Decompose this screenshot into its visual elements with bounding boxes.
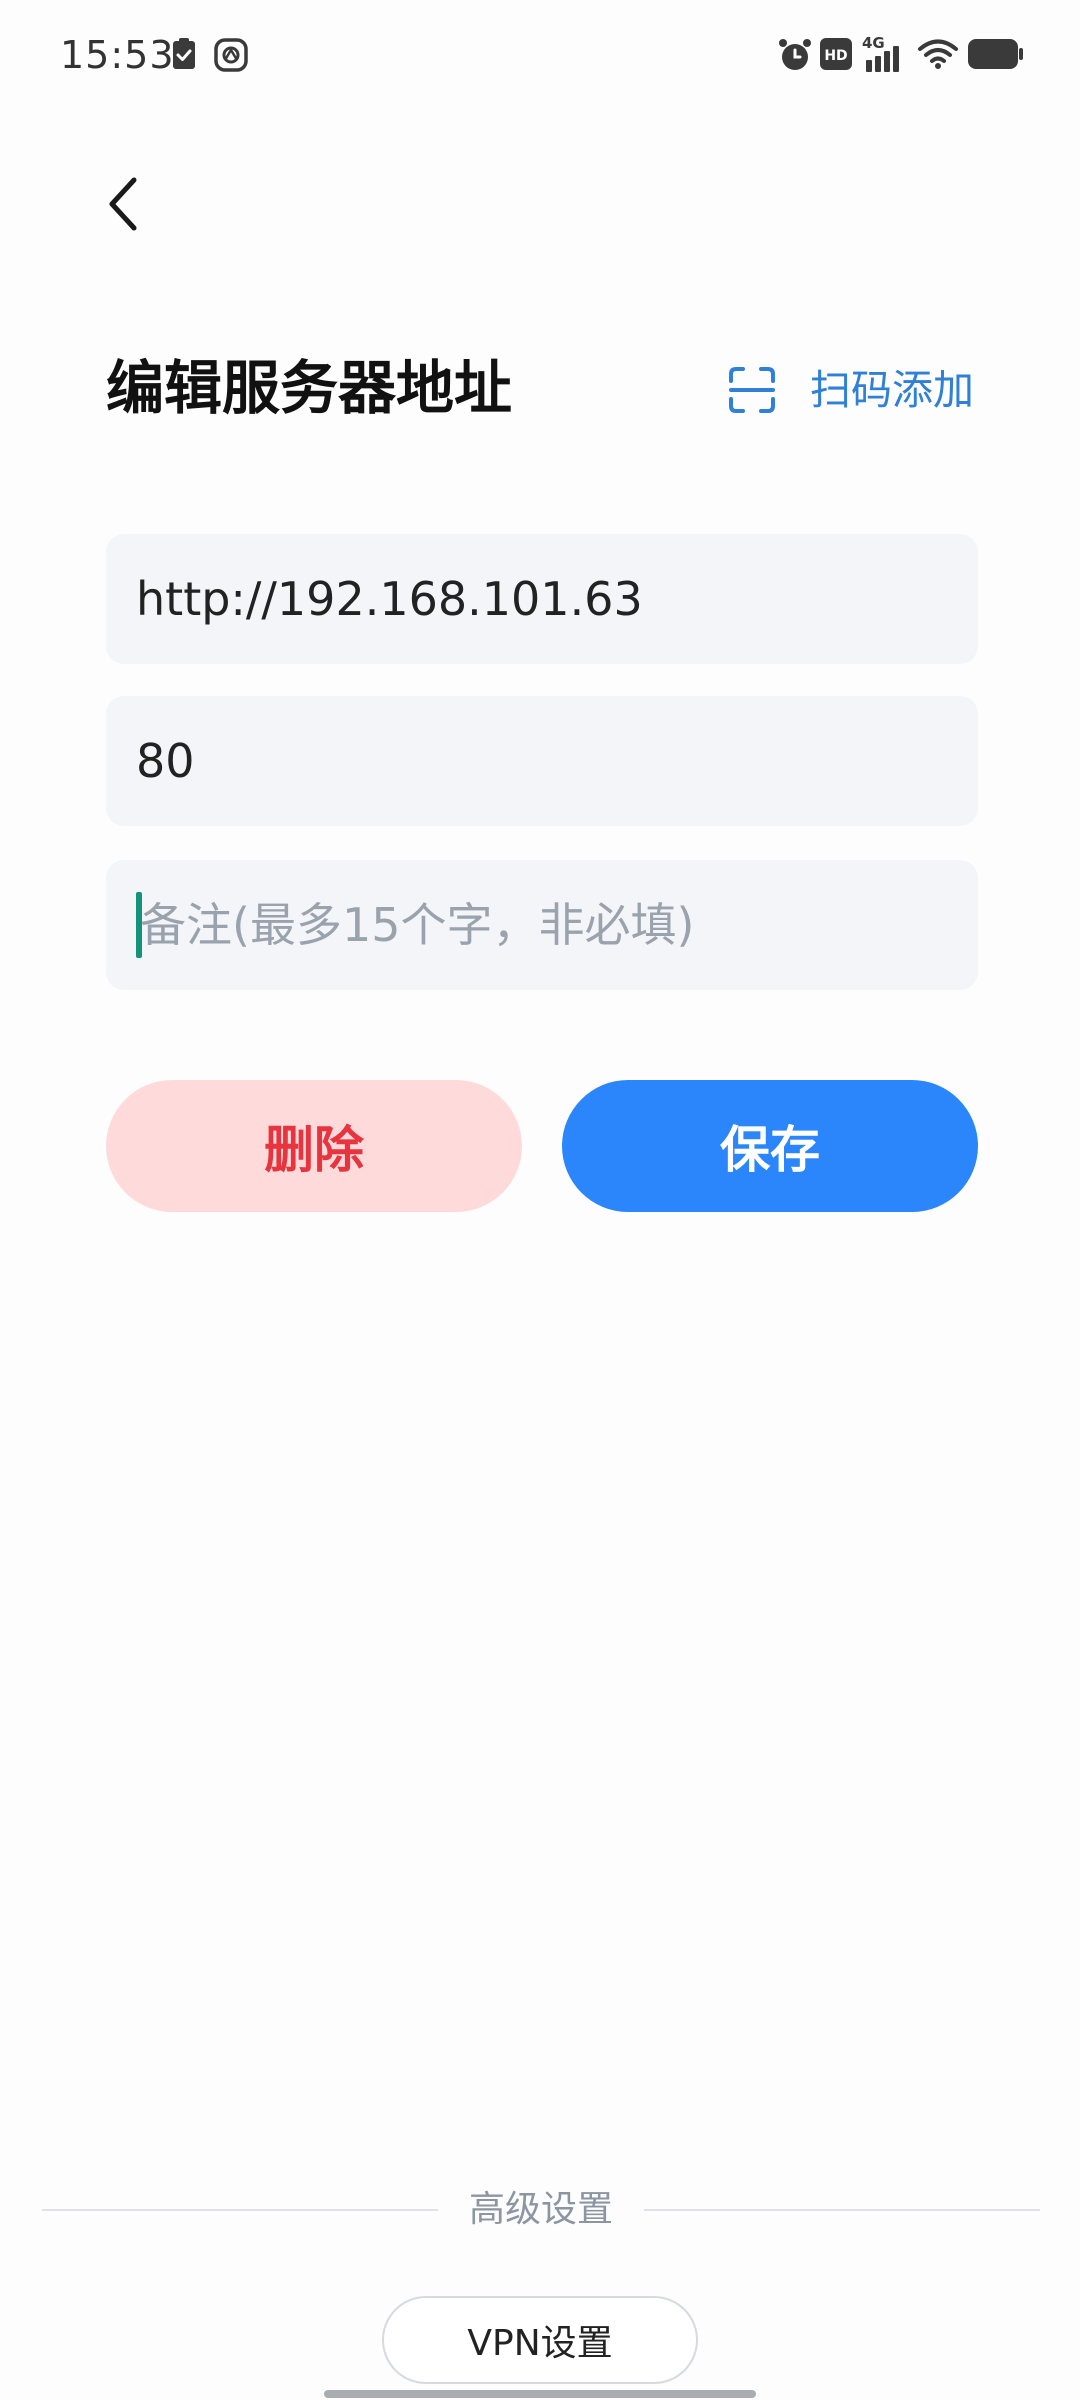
server-address-input[interactable] (106, 534, 978, 664)
vpn-settings-button[interactable]: VPN设置 (382, 2296, 698, 2384)
hd-label: HD (824, 48, 847, 64)
text-cursor (136, 892, 142, 958)
divider-line-right (644, 2209, 1040, 2211)
clipboard-check-icon (172, 38, 196, 74)
advanced-settings-label: 高级设置 (468, 2189, 613, 2230)
status-time: 15:53 (60, 33, 175, 77)
status-bar: 15:53 HD 4G (0, 0, 1080, 110)
save-button[interactable]: 保存 (562, 1080, 978, 1212)
scan-add-label: 扫码添加 (810, 366, 974, 414)
delete-button[interactable]: 删除 (106, 1080, 522, 1212)
server-address-field-container (106, 534, 978, 664)
assistant-app-icon (214, 38, 248, 76)
note-field-container (106, 860, 978, 990)
advanced-settings-divider: 高级设置 (42, 2180, 1040, 2240)
scan-icon (728, 366, 776, 414)
port-field-container (106, 696, 978, 826)
back-button[interactable] (92, 168, 156, 244)
scan-add-button[interactable]: 扫码添加 (728, 356, 974, 424)
wifi-icon (918, 38, 958, 74)
page-title: 编辑服务器地址 (106, 354, 513, 422)
port-input[interactable] (106, 696, 978, 826)
note-input[interactable] (106, 860, 978, 990)
network-label: 4G (862, 34, 885, 52)
battery-icon (968, 38, 1024, 74)
divider-line-left (42, 2209, 438, 2211)
hd-icon: HD (820, 38, 852, 74)
chevron-left-icon (104, 176, 144, 236)
alarm-icon (778, 38, 812, 76)
signal-4g-icon: 4G (862, 34, 906, 78)
home-indicator[interactable] (324, 2390, 756, 2398)
